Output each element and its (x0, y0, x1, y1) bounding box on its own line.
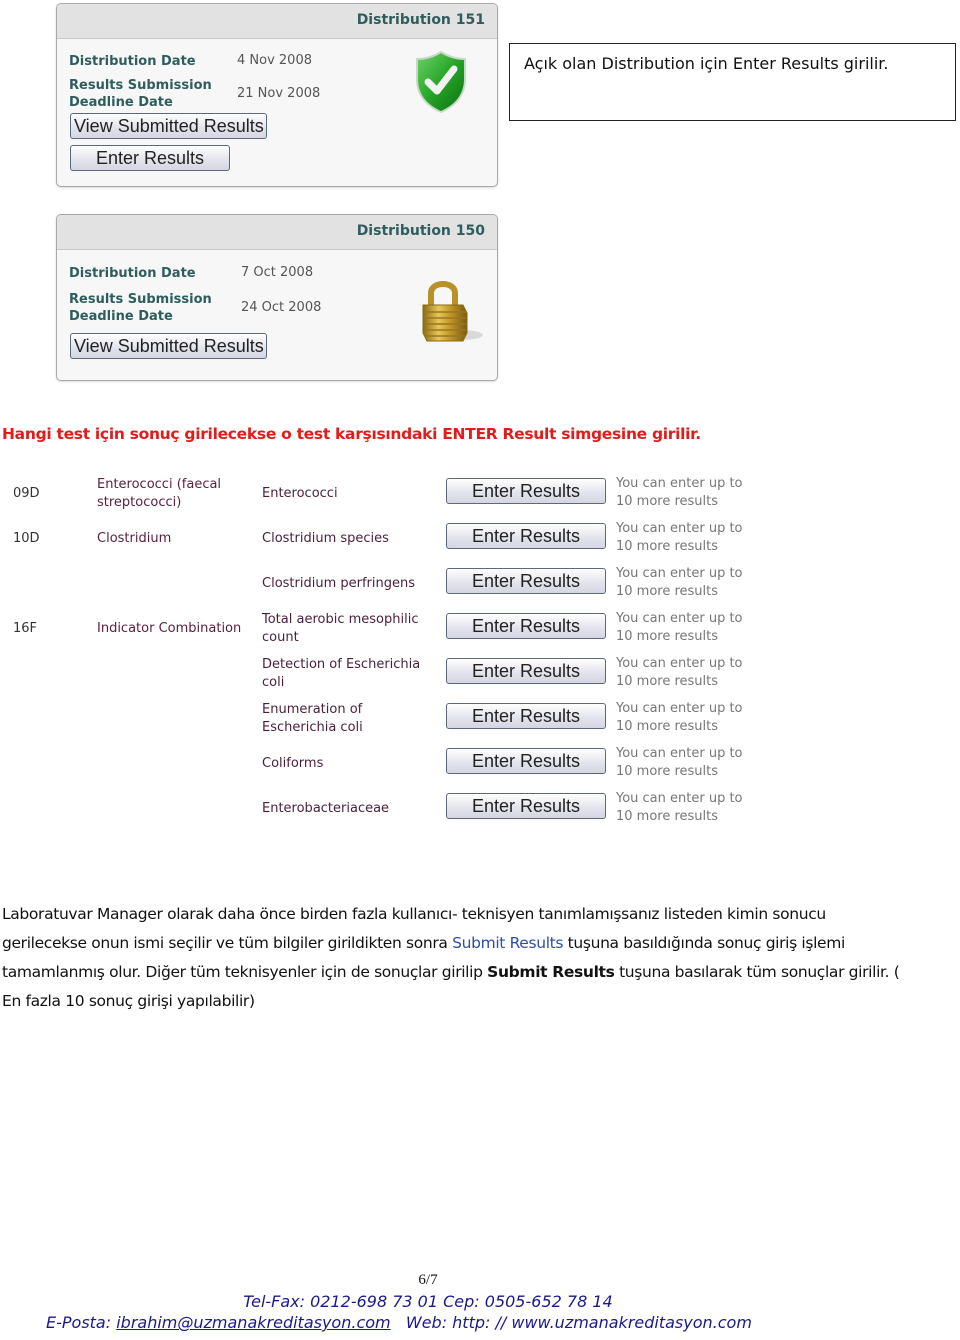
web-address: Web: http: // www.uzmanakreditasyon.com (390, 1313, 752, 1332)
distribution-date-value: 7 Oct 2008 (241, 265, 314, 280)
test-name: Coliforms (262, 756, 324, 771)
deadline-date-value: 21 Nov 2008 (237, 86, 321, 101)
remaining-results-note: You can enter up to 10 more results (616, 521, 743, 554)
submit-results-bold: Submit Results (487, 963, 615, 981)
shield-check-icon (416, 50, 466, 114)
remaining-results-note: You can enter up to 10 more results (616, 611, 743, 644)
deadline-label-line1: Results Submission (69, 292, 212, 307)
page-number: 6/7 (418, 1272, 438, 1288)
remaining-results-note: You can enter up to 10 more results (616, 701, 743, 734)
test-group: Enterococci (faecal streptococci) (97, 477, 222, 510)
test-group: Indicator Combination (97, 621, 242, 636)
footer-contact: E-Posta: ibrahim@uzmanakreditasyon.com W… (46, 1313, 752, 1332)
enter-results-button[interactable]: Enter Results (446, 523, 606, 549)
test-name: Detection of Escherichia coli (262, 657, 421, 690)
distribution-card-150: Distribution 150 Distribution Date 7 Oct… (56, 214, 498, 381)
test-name: Enterococci (262, 486, 338, 501)
table-row: Detection of Escherichia coli Enter Resu… (0, 652, 760, 692)
test-name: Clostridium perfringens (262, 576, 415, 591)
deadline-label-line2: Deadline Date (69, 309, 173, 324)
enter-results-button[interactable]: Enter Results (446, 613, 606, 639)
test-group: Clostridium (97, 531, 172, 546)
enter-results-button[interactable]: Enter Results (446, 748, 606, 774)
deadline-label: Results Submission Deadline Date (69, 77, 212, 111)
distribution-title: Distribution 151 (356, 12, 485, 28)
remaining-results-note: You can enter up to 10 more results (616, 746, 743, 779)
table-row: Clostridium perfringens Enter Results Yo… (0, 562, 760, 602)
test-name: Enterobacteriaceae (262, 801, 390, 816)
card-header: Distribution 151 (57, 4, 497, 39)
test-code: 16F (13, 621, 38, 636)
card-header: Distribution 150 (57, 215, 497, 250)
enter-results-button[interactable]: Enter Results (446, 478, 606, 504)
table-row: Enumeration of Escherichia coli Enter Re… (0, 697, 760, 737)
enter-results-button[interactable]: Enter Results (446, 658, 606, 684)
distribution-title: Distribution 150 (356, 223, 485, 239)
enter-results-button[interactable]: Enter Results (446, 568, 606, 594)
table-row: 10D Clostridium Clostridium species Ente… (0, 517, 760, 557)
deadline-label-line1: Results Submission (69, 78, 212, 93)
footer-phone: Tel-Fax: 0212-698 73 01 Cep: 0505-652 78… (243, 1292, 613, 1311)
explanation-paragraph: Laboratuvar Manager olarak daha önce bir… (2, 900, 902, 1016)
test-code: 10D (13, 531, 40, 546)
view-submitted-results-button[interactable]: View Submitted Results (70, 333, 267, 359)
padlock-icon (422, 281, 483, 342)
remaining-results-note: You can enter up to 10 more results (616, 791, 743, 824)
table-row: Coliforms Enter Results You can enter up… (0, 742, 760, 782)
distribution-card-151: Distribution 151 Distribution Date 4 Nov… (56, 3, 498, 187)
distribution-date-label: Distribution Date (69, 266, 196, 281)
email-link[interactable]: ibrahim@uzmanakreditasyon.com (116, 1313, 390, 1332)
submit-results-reference: Submit Results (452, 934, 564, 952)
callout-text: Açık olan Distribution için Enter Result… (524, 54, 889, 73)
deadline-label: Results Submission Deadline Date (69, 291, 212, 325)
table-row: Enterobacteriaceae Enter Results You can… (0, 787, 760, 827)
deadline-date-value: 24 Oct 2008 (241, 300, 322, 315)
table-row: 09D Enterococci (faecal streptococci) En… (0, 472, 760, 512)
enter-results-button[interactable]: Enter Results (446, 793, 606, 819)
test-name: Total aerobic mesophilic count (262, 612, 419, 645)
test-name: Clostridium species (262, 531, 389, 546)
test-code: 09D (13, 486, 40, 501)
deadline-label-line2: Deadline Date (69, 95, 173, 110)
distribution-date-label: Distribution Date (69, 54, 196, 69)
test-name: Enumeration of Escherichia coli (262, 702, 363, 735)
callout-box: Açık olan Distribution için Enter Result… (509, 43, 956, 121)
email-label: E-Posta: (46, 1313, 117, 1332)
distribution-date-value: 4 Nov 2008 (237, 53, 312, 68)
enter-results-button[interactable]: Enter Results (70, 145, 230, 171)
remaining-results-note: You can enter up to 10 more results (616, 476, 743, 509)
instruction-text: Hangi test için sonuç girilecekse o test… (2, 425, 701, 443)
table-row: 16F Indicator Combination Total aerobic … (0, 607, 760, 647)
remaining-results-note: You can enter up to 10 more results (616, 656, 743, 689)
view-submitted-results-button[interactable]: View Submitted Results (70, 113, 267, 139)
remaining-results-note: You can enter up to 10 more results (616, 566, 743, 599)
enter-results-button[interactable]: Enter Results (446, 703, 606, 729)
